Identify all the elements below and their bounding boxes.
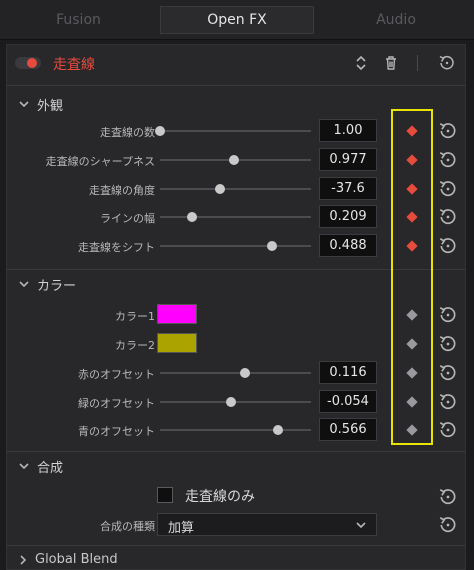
param-label: 赤のオフセット [78, 368, 155, 381]
param-label: ラインの幅 [100, 212, 155, 225]
reset-icon[interactable] [438, 515, 458, 535]
param-slider[interactable] [160, 241, 311, 251]
param-value-field[interactable]: 0.488 [319, 234, 377, 257]
param-value-field[interactable]: 0.209 [319, 205, 377, 228]
section-title: 合成 [37, 461, 64, 476]
dropdown-value: 加算 [168, 521, 195, 536]
tab-bar: Fusion Open FX Audio [0, 0, 474, 40]
reset-icon[interactable] [438, 236, 458, 256]
keyframe-highlight-box [391, 109, 433, 445]
section-composite-header[interactable]: 合成 [7, 453, 465, 479]
divider [7, 451, 465, 452]
tab-fusion[interactable]: Fusion [0, 6, 157, 34]
slider-handle[interactable] [266, 241, 277, 251]
section-title: カラー [37, 279, 77, 294]
param-slider[interactable] [160, 397, 311, 407]
chevron-up-down-icon[interactable] [351, 53, 371, 73]
param-row: 走査線のみ [7, 483, 465, 511]
inspector-panel: 走査線 外観 走査線の数 1.00 走査線のシャープネス 0.977 走査線の角度 -37… [6, 44, 466, 570]
param-label: 走査線のシャープネス [45, 155, 155, 168]
tab-audio[interactable]: Audio [318, 6, 474, 34]
chevron-down-icon [19, 101, 29, 108]
param-value-field[interactable]: -0.054 [319, 390, 377, 413]
chevron-down-icon [19, 463, 29, 470]
scanlines-only-checkbox[interactable] [157, 487, 173, 503]
param-slider[interactable] [155, 126, 311, 136]
effect-enable-toggle[interactable] [15, 57, 41, 69]
slider-handle[interactable] [228, 155, 239, 165]
section-title: 外観 [37, 99, 64, 114]
checkbox-label: 走査線のみ [185, 489, 255, 505]
slider-handle[interactable] [155, 126, 165, 136]
param-value-field[interactable]: 1.00 [319, 119, 377, 142]
divider [7, 545, 465, 546]
param-slider[interactable] [160, 368, 311, 378]
slider-handle[interactable] [186, 212, 197, 222]
reset-icon[interactable] [438, 420, 458, 440]
param-value-field[interactable]: 0.116 [319, 361, 377, 384]
color-swatch[interactable] [157, 304, 197, 324]
color-swatch[interactable] [157, 333, 197, 353]
param-slider[interactable] [160, 184, 311, 194]
chevron-down-icon [356, 522, 366, 529]
param-label: カラー1 [115, 310, 155, 323]
reset-icon[interactable] [438, 150, 458, 170]
chevron-right-icon [20, 555, 27, 565]
param-value-field[interactable]: -37.6 [319, 177, 377, 200]
param-slider[interactable] [160, 155, 311, 165]
effect-header: 走査線 [7, 45, 465, 81]
param-label: 緑のオフセット [78, 397, 155, 410]
section-global-blend-header[interactable]: Global Blend [7, 549, 465, 570]
composite-mode-dropdown[interactable]: 加算 [157, 513, 377, 536]
param-slider[interactable] [160, 212, 311, 222]
reset-icon[interactable] [438, 392, 458, 412]
toggle-indicator [27, 58, 37, 68]
reset-icon[interactable] [438, 121, 458, 141]
section-title: Global Blend [35, 552, 118, 567]
tab-open-fx[interactable]: Open FX [160, 6, 314, 34]
param-value-field[interactable]: 0.566 [319, 418, 377, 441]
divider [7, 85, 465, 86]
slider-handle[interactable] [225, 397, 236, 407]
param-value-field[interactable]: 0.977 [319, 148, 377, 171]
param-label: 走査線の数 [100, 126, 155, 139]
param-label: 合成の種類 [100, 520, 155, 533]
param-slider[interactable] [160, 425, 311, 435]
reset-icon[interactable] [438, 207, 458, 227]
header-separator [417, 55, 418, 71]
slider-handle[interactable] [239, 368, 250, 378]
slider-handle[interactable] [215, 184, 226, 194]
reset-icon[interactable] [438, 334, 458, 354]
effect-title: 走査線 [53, 57, 95, 73]
chevron-down-icon [19, 281, 29, 288]
param-label: カラー2 [115, 339, 155, 352]
slider-handle[interactable] [272, 425, 283, 435]
reset-icon[interactable] [437, 53, 457, 73]
reset-icon[interactable] [438, 363, 458, 383]
param-row: 合成の種類 加算 [7, 511, 465, 539]
reset-icon[interactable] [438, 305, 458, 325]
reset-icon[interactable] [438, 487, 458, 507]
reset-icon[interactable] [438, 179, 458, 199]
param-label: 走査線をシフト [78, 241, 155, 254]
param-label: 青のオフセット [78, 425, 155, 438]
param-label: 走査線の角度 [89, 184, 155, 197]
trash-icon[interactable] [381, 53, 401, 73]
